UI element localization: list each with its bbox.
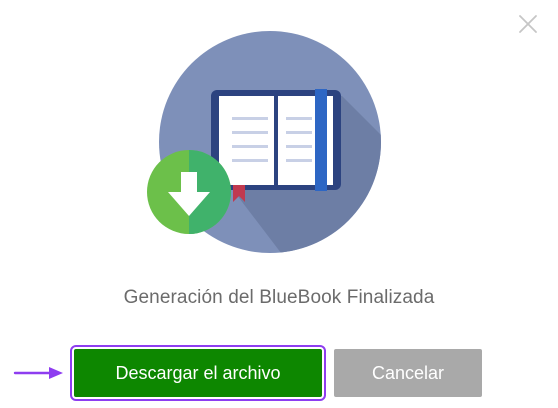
download-file-button[interactable]: Descargar el archivo xyxy=(70,345,326,401)
download-complete-dialog: Generación del BlueBook Finalizada Desca… xyxy=(0,0,558,408)
close-button[interactable] xyxy=(517,13,539,35)
cancel-button[interactable]: Cancelar xyxy=(334,349,482,397)
book-download-illustration xyxy=(144,30,394,270)
close-icon xyxy=(519,15,537,33)
download-arrow-icon xyxy=(147,150,231,234)
arrow-pointer-icon xyxy=(13,365,65,381)
open-book-icon xyxy=(211,89,341,202)
completion-message: Generación del BlueBook Finalizada xyxy=(123,287,435,308)
